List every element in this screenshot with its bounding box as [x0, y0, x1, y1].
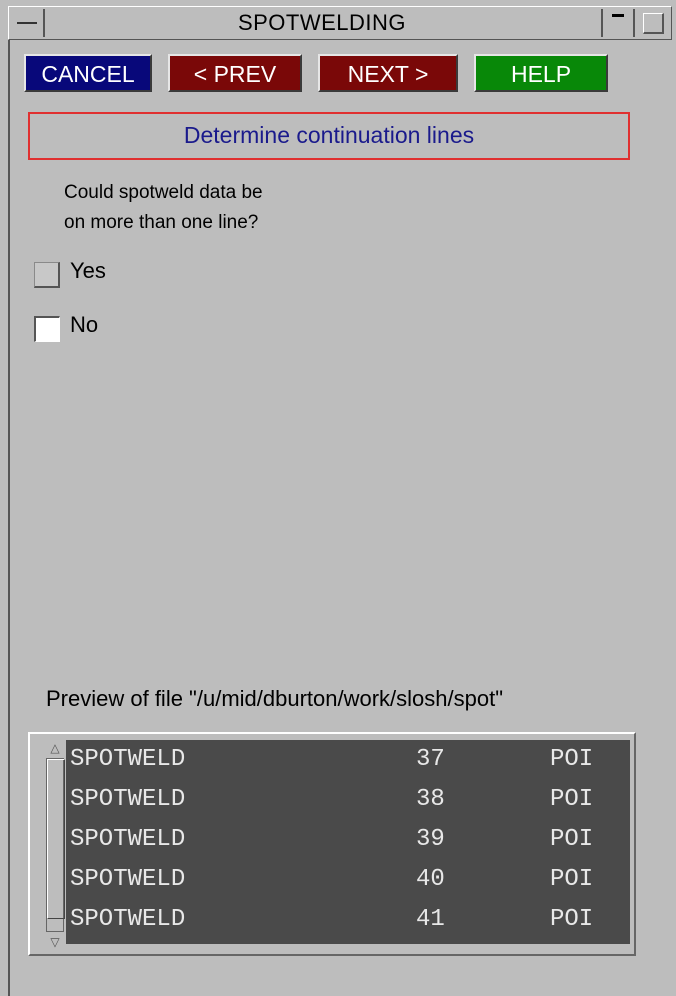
- minimize-icon[interactable]: [601, 9, 635, 37]
- list-item: SPOTWELD 41 POI: [66, 900, 630, 940]
- row-type: POI: [550, 866, 594, 893]
- question-text: Could spotweld data be on more than one …: [64, 178, 263, 238]
- yes-label: Yes: [70, 258, 106, 283]
- next-button[interactable]: NEXT >: [318, 54, 458, 92]
- spotwelding-window: SPOTWELDING CANCEL < PREV NEXT > HELP De…: [0, 0, 676, 996]
- cancel-button[interactable]: CANCEL: [24, 54, 152, 92]
- maximize-icon[interactable]: [637, 9, 669, 37]
- row-type: POI: [550, 746, 594, 773]
- row-type: POI: [550, 786, 594, 813]
- question-line-1: Could spotweld data be: [64, 182, 263, 203]
- list-item: SPOTWELD 39 POI: [66, 820, 630, 860]
- row-type: POI: [550, 906, 594, 933]
- window-title: SPOTWELDING: [237, 10, 407, 35]
- row-id: 41: [416, 906, 445, 933]
- row-keyword: SPOTWELD: [70, 746, 186, 773]
- preview-scrollbar[interactable]: △ ▽: [44, 740, 66, 950]
- row-id: 38: [416, 786, 445, 813]
- row-keyword: SPOTWELD: [70, 906, 186, 933]
- scroll-up-arrow-icon[interactable]: △: [46, 740, 64, 756]
- preview-label: Preview of file "/u/mid/dburton/work/slo…: [46, 686, 504, 711]
- preview-listing: SPOTWELD 37 POI SPOTWELD 38 POI SPOTWELD…: [66, 740, 630, 944]
- scrollbar-track[interactable]: [46, 758, 65, 932]
- list-item: SPOTWELD 37 POI: [66, 740, 630, 780]
- row-id: 40: [416, 866, 445, 893]
- row-keyword: SPOTWELD: [70, 826, 186, 853]
- list-item: SPOTWELD 38 POI: [66, 780, 630, 820]
- row-keyword: SPOTWELD: [70, 786, 186, 813]
- scroll-down-arrow-icon[interactable]: ▽: [46, 934, 64, 950]
- list-item: SPOTWELD 40 POI: [66, 860, 630, 900]
- row-id: 39: [416, 826, 445, 853]
- prev-button[interactable]: < PREV: [168, 54, 302, 92]
- step-heading: Determine continuation lines: [28, 112, 630, 160]
- row-id: 37: [416, 746, 445, 773]
- yes-checkbox[interactable]: [34, 262, 60, 288]
- help-button[interactable]: HELP: [474, 54, 608, 92]
- scrollbar-thumb[interactable]: [47, 759, 65, 919]
- no-label: No: [70, 312, 99, 337]
- row-type: POI: [550, 826, 594, 853]
- no-checkbox[interactable]: [34, 316, 60, 342]
- row-keyword: SPOTWELD: [70, 866, 186, 893]
- window-left-border: [8, 40, 10, 996]
- question-line-2: on more than one line?: [64, 212, 259, 233]
- title-bar[interactable]: SPOTWELDING: [8, 6, 672, 40]
- window-menu-icon[interactable]: [11, 9, 45, 37]
